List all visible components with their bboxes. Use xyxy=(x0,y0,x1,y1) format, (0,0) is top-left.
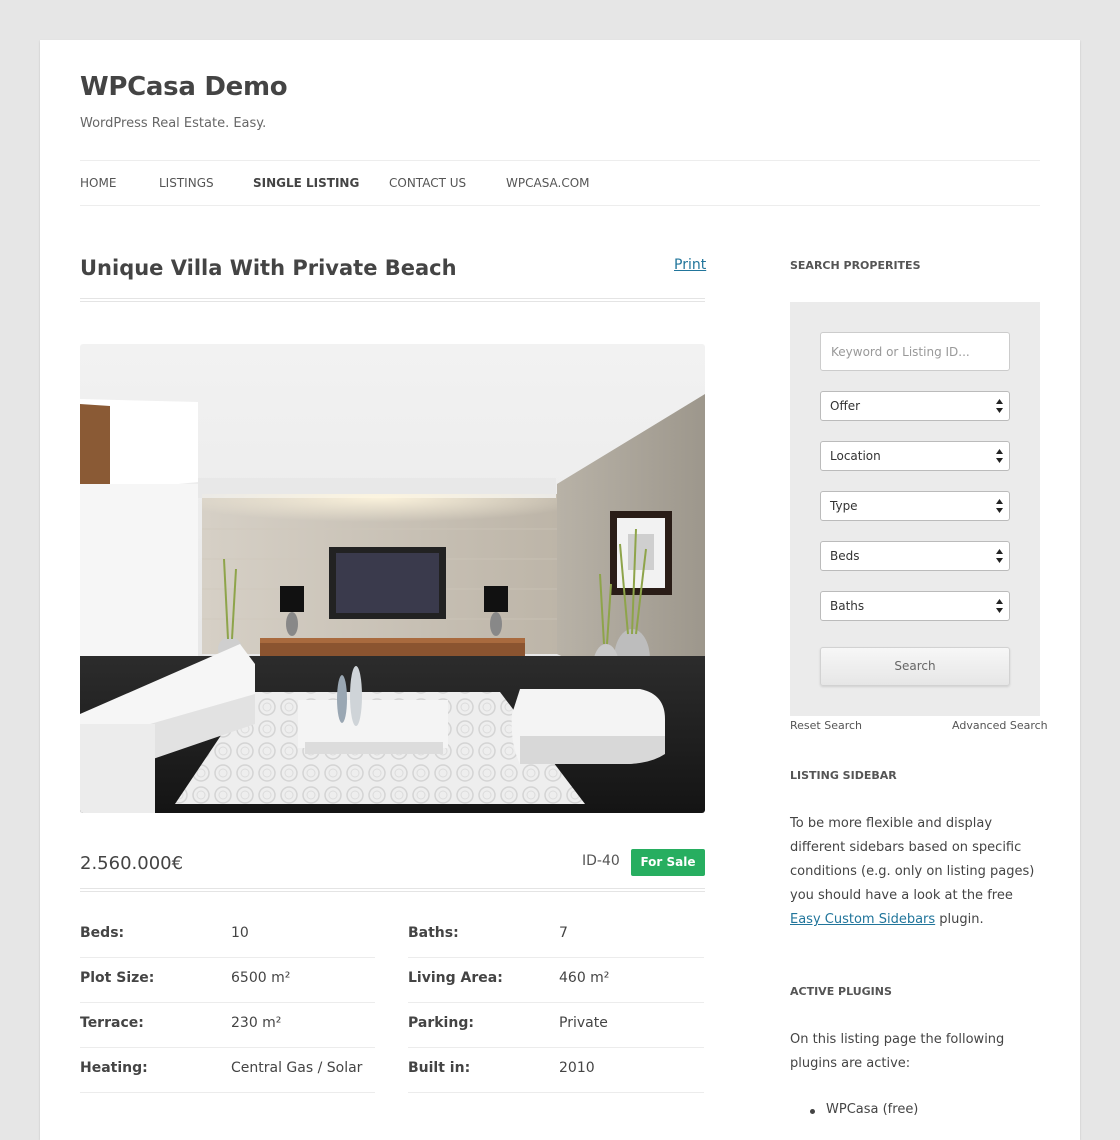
type-select-value: Type xyxy=(830,499,858,513)
listing-sidebar-text: To be more flexible and display differen… xyxy=(790,812,1045,932)
advanced-search-link[interactable]: Advanced Search xyxy=(952,719,1048,732)
location-select-value: Location xyxy=(830,449,881,463)
beds-select-value: Beds xyxy=(830,549,860,563)
listing-title: Unique Villa With Private Beach xyxy=(80,256,457,280)
bullet-icon xyxy=(810,1109,815,1114)
detail-label: Baths: xyxy=(408,925,459,941)
listing-price: 2.560.000€ xyxy=(80,853,184,874)
detail-value: 10 xyxy=(231,925,249,941)
listing-sidebar-title: LISTING SIDEBAR xyxy=(790,769,897,782)
active-plugins-text: On this listing page the following plugi… xyxy=(790,1032,1005,1071)
detail-row: Parking: Private xyxy=(408,1003,704,1048)
site-tagline: WordPress Real Estate. Easy. xyxy=(80,116,267,131)
detail-label: Beds: xyxy=(80,925,125,941)
detail-row: Living Area: 460 m² xyxy=(408,958,704,1003)
nav-item-contact-us[interactable]: CONTACT US xyxy=(389,176,466,190)
detail-label: Built in: xyxy=(408,1060,471,1076)
search-widget-title: SEARCH PROPERITES xyxy=(790,259,921,272)
detail-label: Terrace: xyxy=(80,1015,144,1031)
reset-search-link[interactable]: Reset Search xyxy=(790,719,862,732)
price-divider xyxy=(80,888,705,892)
plugin-name: WPCasa (free) xyxy=(826,1102,919,1117)
detail-row: Heating: Central Gas / Solar xyxy=(80,1048,375,1093)
detail-value: Central Gas / Solar xyxy=(231,1060,363,1076)
keyword-search-input[interactable] xyxy=(820,332,1010,371)
offer-select-value: Offer xyxy=(830,399,861,413)
print-link[interactable]: Print xyxy=(674,257,706,273)
beds-select[interactable]: Beds xyxy=(820,541,1010,571)
select-arrows-icon xyxy=(996,499,1003,513)
detail-value: 7 xyxy=(559,925,568,941)
site-title[interactable]: WPCasa Demo xyxy=(80,72,288,102)
detail-row: Baths: 7 xyxy=(408,913,704,958)
detail-value: 6500 m² xyxy=(231,970,291,986)
location-select[interactable]: Location xyxy=(820,441,1010,471)
detail-label: Living Area: xyxy=(408,970,503,986)
detail-label: Plot Size: xyxy=(80,970,155,986)
listing-photo[interactable] xyxy=(80,344,705,813)
nav-item-wpcasa-com[interactable]: WPCASA.COM xyxy=(506,176,590,190)
select-arrows-icon xyxy=(996,399,1003,413)
title-divider xyxy=(80,298,705,302)
active-plugins-title: ACTIVE PLUGINS xyxy=(790,985,892,998)
offer-select[interactable]: Offer xyxy=(820,391,1010,421)
detail-value: 460 m² xyxy=(559,970,610,986)
listing-sidebar-text-after: plugin. xyxy=(935,912,984,927)
main-navigation: HOME LISTINGS SINGLE LISTING CONTACT US … xyxy=(80,160,1040,206)
search-button[interactable]: Search xyxy=(820,647,1010,686)
detail-value: 230 m² xyxy=(231,1015,282,1031)
nav-item-single-listing[interactable]: SINGLE LISTING xyxy=(253,176,359,190)
listing-sidebar-text-before: To be more flexible and display differen… xyxy=(790,816,1035,903)
detail-row: Terrace: 230 m² xyxy=(80,1003,375,1048)
detail-row: Plot Size: 6500 m² xyxy=(80,958,375,1003)
baths-select[interactable]: Baths xyxy=(820,591,1010,621)
select-arrows-icon xyxy=(996,599,1003,613)
detail-row: Beds: 10 xyxy=(80,913,375,958)
page-container: WPCasa Demo WordPress Real Estate. Easy.… xyxy=(40,40,1080,1140)
nav-item-listings[interactable]: LISTINGS xyxy=(159,176,214,190)
status-badge: For Sale xyxy=(631,849,705,876)
listing-id: ID-40 xyxy=(582,853,620,869)
detail-value: Private xyxy=(559,1015,608,1031)
easy-custom-sidebars-link[interactable]: Easy Custom Sidebars xyxy=(790,912,935,927)
detail-row: Built in: 2010 xyxy=(408,1048,704,1093)
type-select[interactable]: Type xyxy=(820,491,1010,521)
nav-item-home[interactable]: HOME xyxy=(80,176,116,190)
baths-select-value: Baths xyxy=(830,599,865,613)
select-arrows-icon xyxy=(996,549,1003,563)
detail-label: Parking: xyxy=(408,1015,474,1031)
select-arrows-icon xyxy=(996,449,1003,463)
detail-label: Heating: xyxy=(80,1060,148,1076)
detail-value: 2010 xyxy=(559,1060,595,1076)
search-form: Offer Location Type Beds Baths Search xyxy=(790,302,1040,716)
